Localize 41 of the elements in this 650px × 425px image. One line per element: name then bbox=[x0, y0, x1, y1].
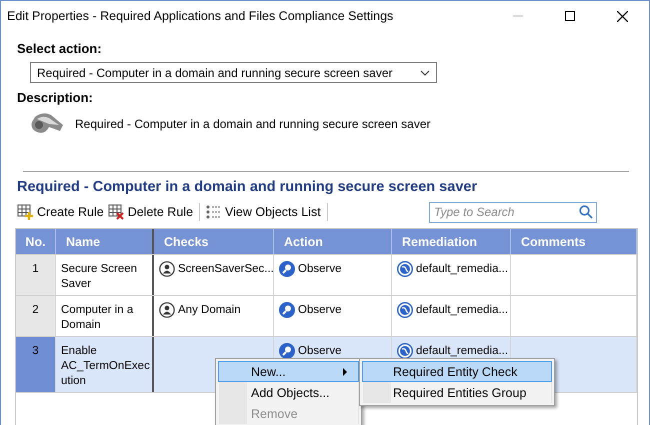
toolbar-button[interactable]: Create Rule bbox=[17, 204, 108, 220]
table-cell: Observe bbox=[274, 255, 392, 295]
magnifier-icon bbox=[279, 343, 295, 359]
search-field[interactable]: Type to Search bbox=[429, 202, 597, 222]
menu-item[interactable]: Add Objects... bbox=[218, 382, 359, 403]
table-plus-icon bbox=[17, 204, 34, 220]
chevron-down-icon bbox=[420, 70, 430, 76]
table-cell: default_remedia... bbox=[392, 296, 511, 336]
user-icon bbox=[159, 302, 175, 318]
table-cell: default_remedia... bbox=[392, 255, 511, 295]
table-delete-icon bbox=[108, 204, 125, 220]
magnifier-icon bbox=[279, 302, 295, 318]
toolbar-button[interactable]: Delete Rule bbox=[108, 204, 198, 220]
table-cell: ScreenSaverSec... bbox=[154, 255, 274, 295]
close-icon[interactable] bbox=[617, 10, 628, 22]
table-cell: Observe bbox=[274, 296, 392, 336]
table-cell: Enable AC_TermOnExecution bbox=[56, 337, 154, 392]
list-icon bbox=[206, 205, 222, 219]
table-cell: Any Domain bbox=[154, 296, 274, 336]
window-title: Edit Properties - Required Applications and Files Compliance Settings bbox=[7, 9, 394, 23]
menu-item[interactable]: New... bbox=[218, 361, 359, 382]
magnifier-icon bbox=[279, 261, 295, 277]
toolbar-button[interactable]: View Objects List bbox=[206, 205, 325, 219]
menu-item[interactable]: Required Entity Check bbox=[362, 361, 552, 382]
section-title: Required - Computer in a domain and running secure screen saver bbox=[17, 179, 478, 195]
table-cell: 3 bbox=[16, 337, 56, 392]
globe-icon bbox=[397, 261, 413, 277]
user-icon bbox=[159, 261, 175, 277]
select-action-label: Select action: bbox=[17, 41, 103, 56]
table-cell: Secure Screen Saver bbox=[56, 255, 154, 295]
description-text: Required - Computer in a domain and running secure screen saver bbox=[75, 117, 431, 131]
search-icon bbox=[579, 204, 593, 218]
action-dropdown[interactable]: Required - Computer in a domain and running secure screen saver bbox=[30, 62, 437, 83]
table-row[interactable]: 1 Secure Screen Saver ScreenSaverSec... Observe default_remedia... bbox=[16, 255, 637, 296]
globe-icon bbox=[397, 302, 413, 318]
description-label: Description: bbox=[17, 90, 94, 105]
menu-item[interactable]: Required Entities Group bbox=[362, 382, 552, 403]
maximize-icon[interactable] bbox=[565, 10, 575, 20]
table-cell: 1 bbox=[16, 255, 56, 295]
table-cell: 2 bbox=[16, 296, 56, 336]
globe-icon bbox=[397, 343, 413, 359]
